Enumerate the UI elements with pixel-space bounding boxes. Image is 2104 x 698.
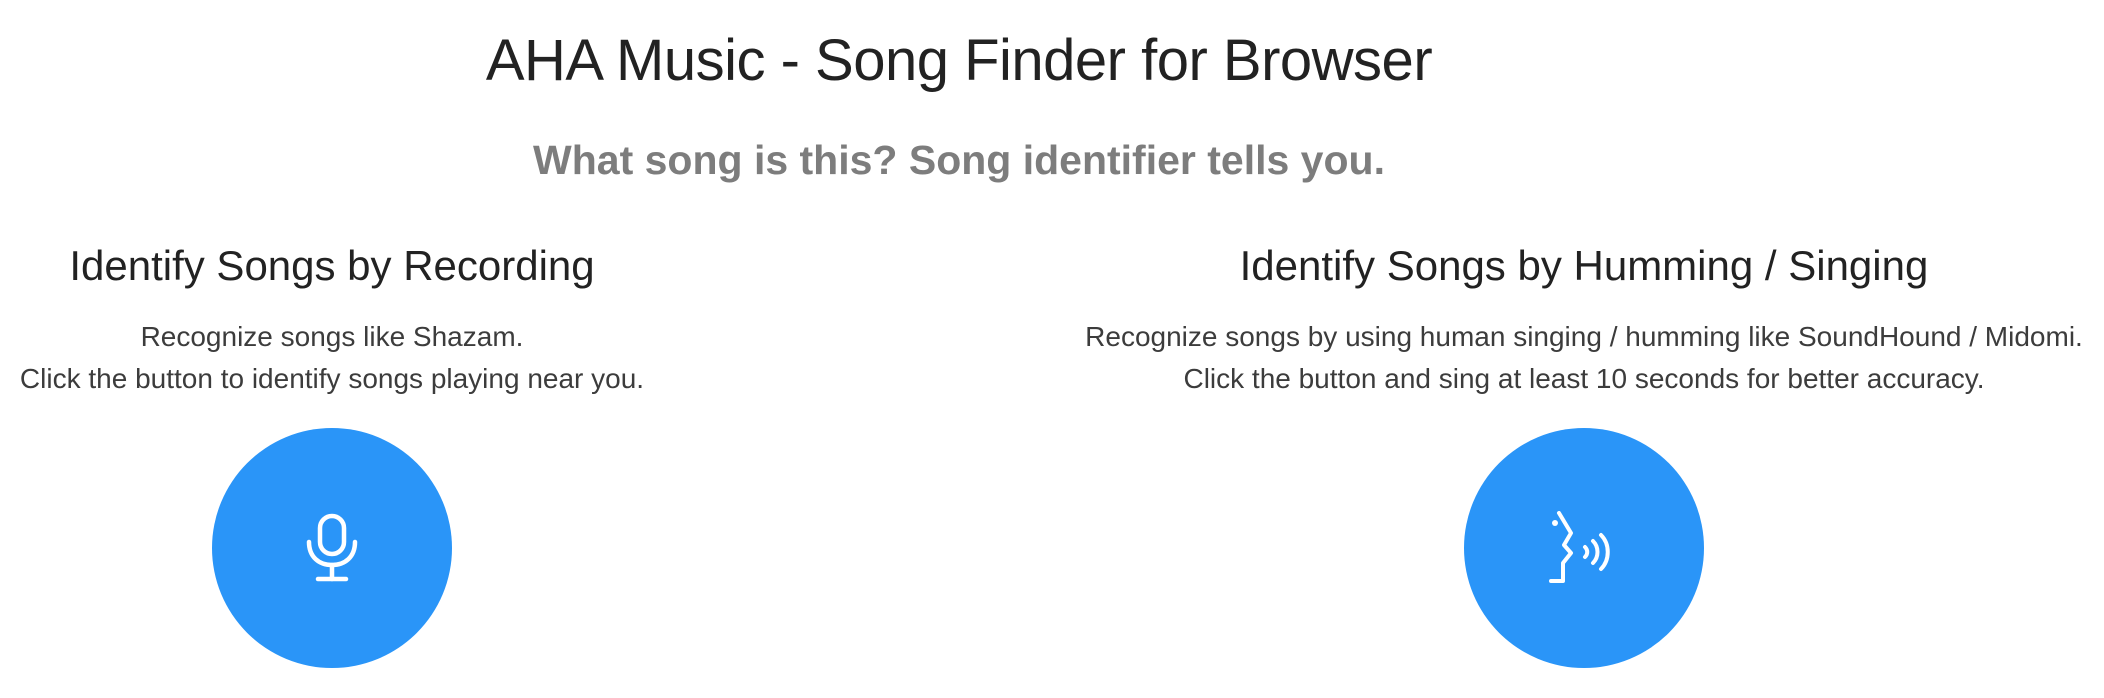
recording-desc-line-1: Recognize songs like Shazam.: [140, 321, 524, 352]
recording-section: Identify Songs by Recording Recognize so…: [0, 240, 664, 400]
page-subtitle: What song is this? Song identifier tells…: [533, 137, 1385, 183]
singing-head-icon: [1549, 511, 1619, 585]
page-title: AHA Music - Song Finder for Browser: [485, 28, 1433, 93]
recording-heading: Identify Songs by Recording: [69, 242, 595, 289]
hum-button[interactable]: [1464, 428, 1704, 668]
record-button[interactable]: [212, 428, 452, 668]
microphone-icon: [302, 513, 362, 583]
humming-desc-line-1: Recognize songs by using human singing /…: [1085, 321, 2083, 352]
humming-desc-line-2: Click the button and sing at least 10 se…: [1183, 363, 1985, 394]
recording-description: Recognize songs like Shazam. Click the b…: [0, 316, 664, 400]
recording-desc-line-2: Click the button to identify songs playi…: [19, 363, 645, 394]
humming-description: Recognize songs by using human singing /…: [1040, 316, 2104, 400]
humming-section: Identify Songs by Humming / Singing Reco…: [1040, 240, 2104, 400]
humming-heading: Identify Songs by Humming / Singing: [1239, 242, 1929, 289]
